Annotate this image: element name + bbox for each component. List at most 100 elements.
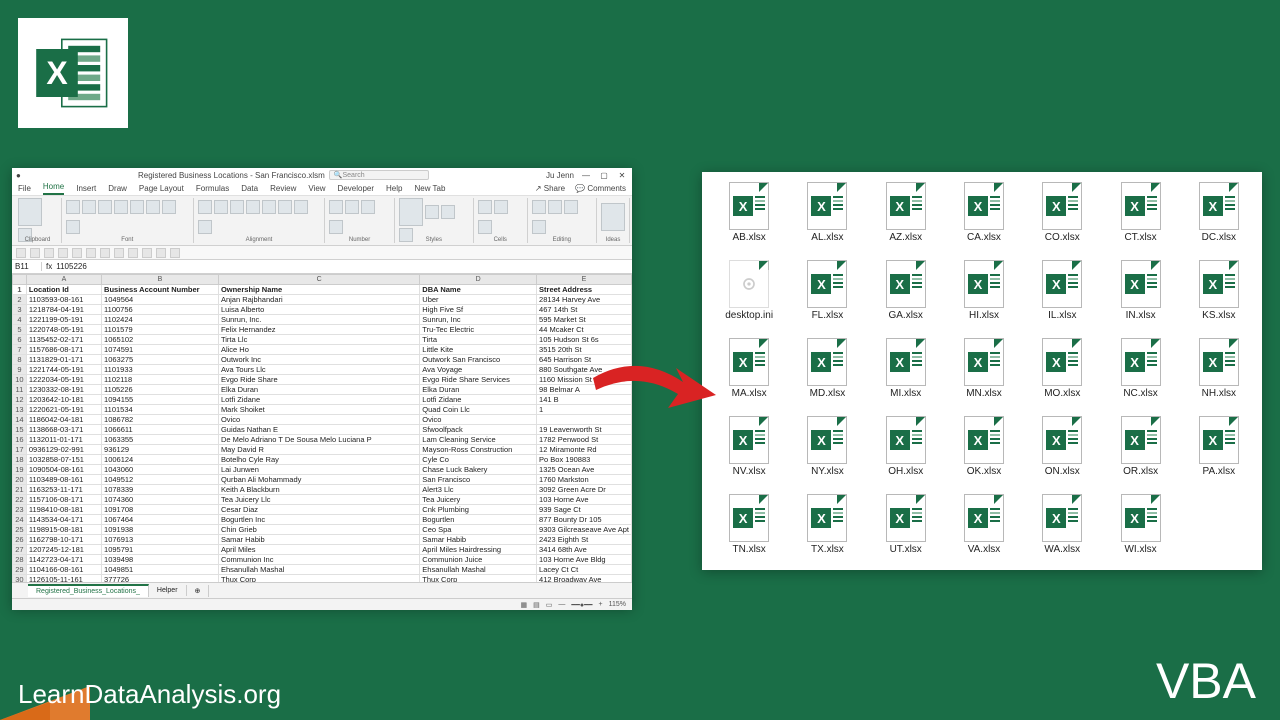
- ribbon-button[interactable]: [601, 203, 625, 231]
- cell[interactable]: 1103489-08-161: [26, 475, 101, 485]
- cell[interactable]: Ava Tours Llc: [218, 365, 419, 375]
- cell[interactable]: 467 14th St: [537, 305, 632, 315]
- file-item[interactable]: XHI.xlsx: [945, 260, 1023, 334]
- cell[interactable]: May David R: [218, 445, 419, 455]
- file-item[interactable]: XCT.xlsx: [1101, 182, 1179, 256]
- ribbon-tab-home[interactable]: Home: [43, 180, 64, 195]
- ribbon-button[interactable]: [198, 200, 212, 214]
- cell[interactable]: Lotfi Zidane: [420, 395, 537, 405]
- qat-item[interactable]: [58, 248, 68, 258]
- row-header[interactable]: 16: [13, 435, 27, 445]
- ribbon-button[interactable]: [361, 200, 375, 214]
- file-item[interactable]: XMD.xlsx: [788, 338, 866, 412]
- file-item[interactable]: XMA.xlsx: [710, 338, 788, 412]
- ribbon-button[interactable]: [532, 200, 546, 214]
- cell[interactable]: 1221199-05-191: [26, 315, 101, 325]
- cell[interactable]: Qurban Ali Mohammady: [218, 475, 419, 485]
- ribbon-button[interactable]: [98, 200, 112, 214]
- row-header[interactable]: 25: [13, 525, 27, 535]
- cell[interactable]: 1157686-08-171: [26, 345, 101, 355]
- qat-item[interactable]: [72, 248, 82, 258]
- qat-item[interactable]: [170, 248, 180, 258]
- qat-item[interactable]: [128, 248, 138, 258]
- cell[interactable]: 412 Broadway Ave: [537, 575, 632, 583]
- cell[interactable]: Outwork San Francisco: [420, 355, 537, 365]
- new-sheet-button[interactable]: ⊕: [187, 585, 210, 597]
- cell[interactable]: 3092 Green Acre Dr: [537, 485, 632, 495]
- ribbon-tab-file[interactable]: File: [18, 182, 31, 195]
- cell[interactable]: 1135452-02-171: [26, 335, 101, 345]
- file-item[interactable]: XOK.xlsx: [945, 416, 1023, 490]
- column-header[interactable]: [13, 275, 27, 285]
- cell[interactable]: 1230332-08-191: [26, 385, 101, 395]
- file-item[interactable]: XWA.xlsx: [1023, 494, 1101, 568]
- cell[interactable]: April Miles Hairdressing: [420, 545, 537, 555]
- file-item[interactable]: XTX.xlsx: [788, 494, 866, 568]
- cell[interactable]: 1065102: [102, 335, 219, 345]
- cell[interactable]: Little Kite: [420, 345, 537, 355]
- ribbon-button[interactable]: [399, 198, 423, 226]
- cell[interactable]: Alice Ho: [218, 345, 419, 355]
- row-header[interactable]: 21: [13, 485, 27, 495]
- row-header[interactable]: 10: [13, 375, 27, 385]
- cell[interactable]: 1039498: [102, 555, 219, 565]
- user-name[interactable]: Ju Jenn: [546, 171, 574, 180]
- spreadsheet-grid[interactable]: ABCDE1Location IdBusiness Account Number…: [12, 274, 632, 582]
- ribbon-button[interactable]: [329, 200, 343, 214]
- cell[interactable]: 1063275: [102, 355, 219, 365]
- cell[interactable]: 1049851: [102, 565, 219, 575]
- row-header[interactable]: 26: [13, 535, 27, 545]
- qat-item[interactable]: [44, 248, 54, 258]
- row-header[interactable]: 2: [13, 295, 27, 305]
- cell[interactable]: Quad Coin Llc: [420, 405, 537, 415]
- cell[interactable]: Mark Shoiket: [218, 405, 419, 415]
- row-header[interactable]: 15: [13, 425, 27, 435]
- cell[interactable]: Tru-Tec Electric: [420, 325, 537, 335]
- cell[interactable]: Ceo Spa: [420, 525, 537, 535]
- ribbon-tab-draw[interactable]: Draw: [108, 182, 127, 195]
- row-header[interactable]: 23: [13, 505, 27, 515]
- file-item[interactable]: XAZ.xlsx: [867, 182, 945, 256]
- ribbon-button[interactable]: [478, 200, 492, 214]
- row-header[interactable]: 30: [13, 575, 27, 583]
- cell[interactable]: 3515 20th St: [537, 345, 632, 355]
- row-header[interactable]: 9: [13, 365, 27, 375]
- row-header[interactable]: 18: [13, 455, 27, 465]
- sheet-tab[interactable]: Registered_Business_Locations_: [28, 584, 149, 597]
- cell[interactable]: Lotfi Zidane: [218, 395, 419, 405]
- row-header[interactable]: 13: [13, 405, 27, 415]
- cell[interactable]: Sfwoolfpack: [420, 425, 537, 435]
- cell[interactable]: Evgo Ride Share: [218, 375, 419, 385]
- cell[interactable]: 1101579: [102, 325, 219, 335]
- cell[interactable]: 1143534-04-171: [26, 515, 101, 525]
- cell[interactable]: 1186042-04-181: [26, 415, 101, 425]
- row-header[interactable]: 12: [13, 395, 27, 405]
- cell[interactable]: 1142723-04-171: [26, 555, 101, 565]
- cell[interactable]: Business Account Number: [102, 285, 219, 295]
- row-header[interactable]: 29: [13, 565, 27, 575]
- cell[interactable]: Tea Juicery Llc: [218, 495, 419, 505]
- ribbon-button[interactable]: [114, 200, 128, 214]
- cell[interactable]: 1782 Penwood St: [537, 435, 632, 445]
- qat-item[interactable]: [142, 248, 152, 258]
- qat-item[interactable]: [156, 248, 166, 258]
- cell[interactable]: Alert3 Llc: [420, 485, 537, 495]
- ribbon-button[interactable]: [441, 205, 455, 219]
- cell[interactable]: 1091708: [102, 505, 219, 515]
- row-header[interactable]: 28: [13, 555, 27, 565]
- row-header[interactable]: 6: [13, 335, 27, 345]
- cell[interactable]: San Francisco: [420, 475, 537, 485]
- cell[interactable]: Ava Voyage: [420, 365, 537, 375]
- cell[interactable]: Thux Corp: [420, 575, 537, 583]
- file-item[interactable]: XFL.xlsx: [788, 260, 866, 334]
- qat-item[interactable]: [16, 248, 26, 258]
- qat-item[interactable]: [114, 248, 124, 258]
- cell[interactable]: 1105226: [102, 385, 219, 395]
- ribbon-button[interactable]: [162, 200, 176, 214]
- cell[interactable]: Felix Hernandez: [218, 325, 419, 335]
- cell[interactable]: Anjan Rajbhandari: [218, 295, 419, 305]
- comments-button[interactable]: 💬 Comments: [575, 182, 626, 195]
- ribbon-tab-insert[interactable]: Insert: [76, 182, 96, 195]
- cell[interactable]: 1067464: [102, 515, 219, 525]
- file-item[interactable]: XGA.xlsx: [867, 260, 945, 334]
